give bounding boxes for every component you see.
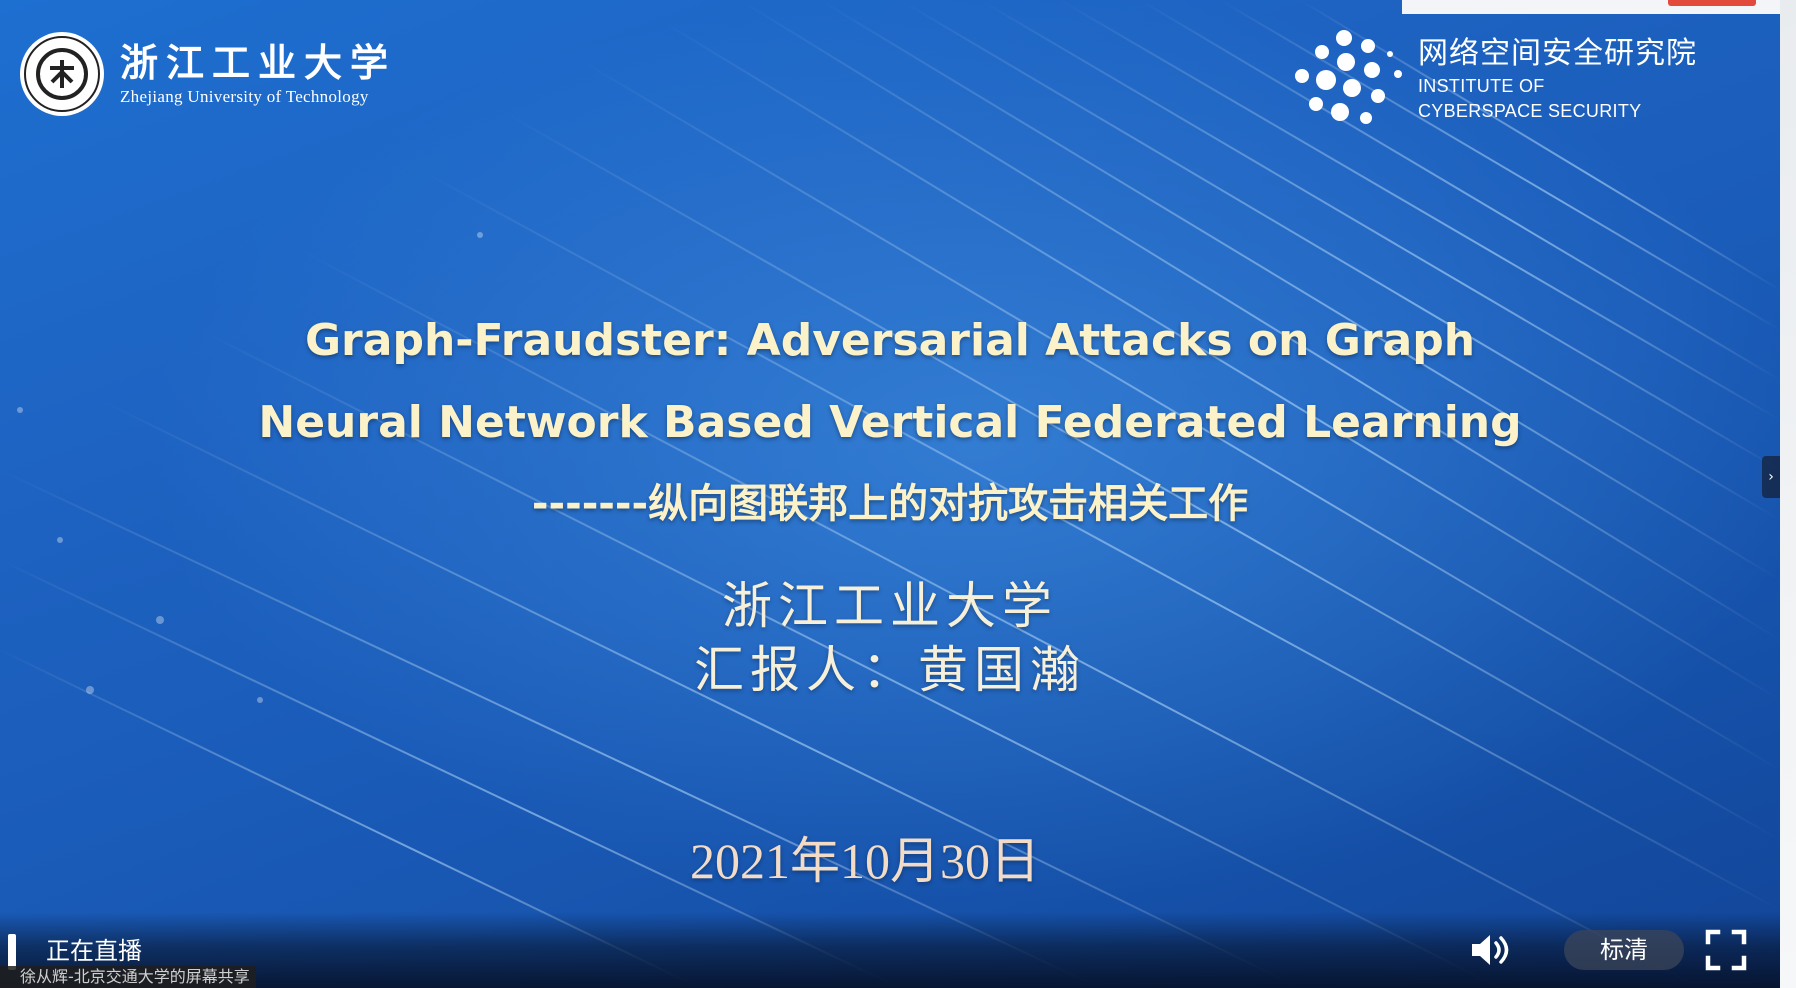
institute-name-cn: 网络空间安全研究院 [1418,36,1697,71]
live-indicator [8,934,16,970]
slide-reporter: 汇报人：黄国瀚 [694,641,1086,699]
screen-share-caption: 徐从辉-北京交通大学的屏幕共享 [0,966,256,988]
top-strip-button[interactable] [1668,0,1756,6]
chevron-right-icon[interactable]: › [1762,456,1780,498]
fullscreen-icon [1705,929,1747,971]
institute-logo: 网络空间安全研究院 INSTITUTE OF CYBERSPACE SECURI… [1282,24,1697,134]
slide-organization: 浙江工业大学 [722,577,1058,635]
institute-dots-icon [1295,30,1402,124]
window-right-edge [1780,0,1796,988]
window-top-strip [1402,0,1780,14]
quality-select-button[interactable]: 标清 [1564,930,1684,970]
institute-name-en-line2: CYBERSPACE SECURITY [1418,101,1642,121]
slide-title: Graph-Fraudster: Adversarial Attacks on … [200,300,1580,464]
slide-subtitle: -------纵向图联邦上的对抗攻击相关工作 [531,481,1249,527]
slide-title-line1: Graph-Fraudster: Adversarial Attacks on … [304,315,1476,366]
presentation-slide: 浙江工业大学 Zhejiang University of Technology [0,0,1780,988]
fullscreen-button[interactable] [1704,928,1748,972]
university-name-en: Zhejiang University of Technology [120,87,369,106]
video-player[interactable]: 浙江工业大学 Zhejiang University of Technology [0,0,1796,988]
slide-date: 2021年10月30日 [690,833,1040,889]
volume-button[interactable] [1466,928,1514,972]
university-logo: 浙江工业大学 Zhejiang University of Technology [18,30,396,118]
speaker-icon [1472,935,1509,965]
live-status-label: 正在直播 [46,937,142,965]
university-name-cn: 浙江工业大学 [120,40,397,85]
institute-name-en-line1: INSTITUTE OF [1418,76,1545,96]
university-seal-icon [20,32,104,116]
slide-title-line2: Neural Network Based Vertical Federated … [258,397,1522,448]
